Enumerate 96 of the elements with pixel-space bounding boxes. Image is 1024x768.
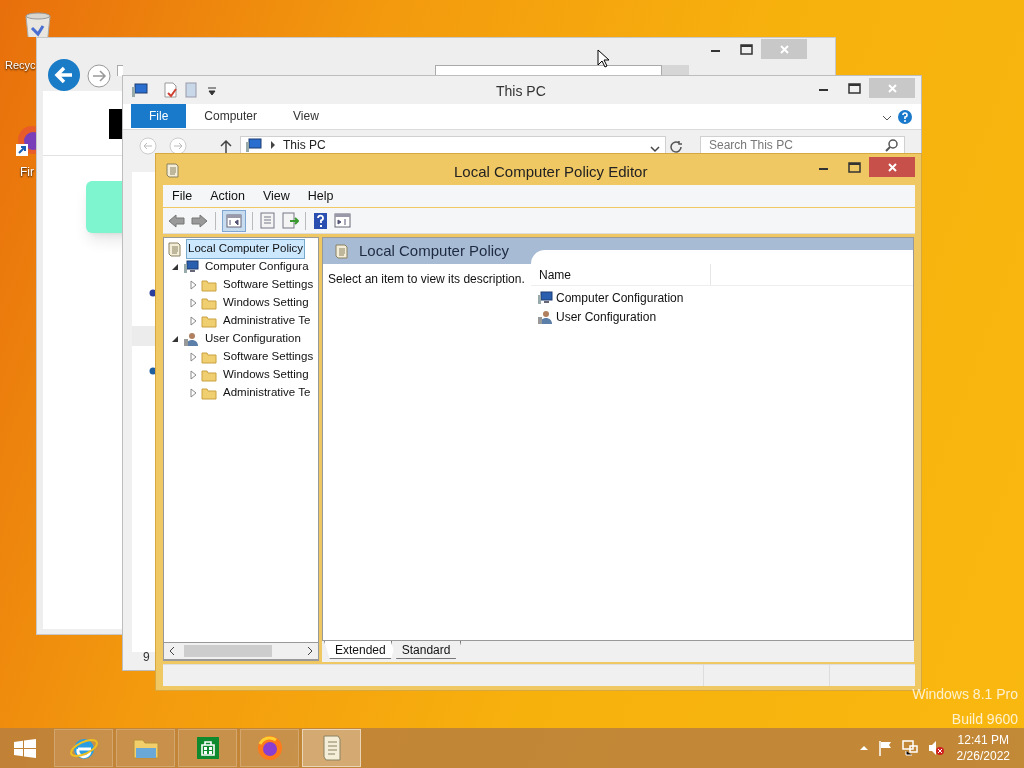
tree-item[interactable]: Windows Setting [221,365,311,385]
address-text: This PC [283,137,326,154]
help-icon[interactable] [897,109,913,125]
taskbar-button[interactable] [302,729,361,767]
tree-item[interactable]: Administrative Te [221,311,313,331]
menu-item[interactable]: Action [201,186,254,206]
date-text: 2/26/2022 [956,748,1010,764]
toggle-tree-button[interactable] [222,209,246,232]
forward-icon[interactable] [190,211,209,230]
taskbar-button[interactable] [54,729,113,767]
address-bar[interactable]: This PC [240,136,666,154]
back-icon[interactable] [167,211,186,230]
console-tree-icon [226,212,242,229]
action-pane-icon[interactable] [334,211,352,230]
expand-icon[interactable] [188,370,198,380]
expand-icon[interactable] [188,298,198,308]
tree-item[interactable]: Software Settings [221,275,316,295]
view-tab[interactable]: Standard [390,641,462,659]
properties-icon[interactable] [163,82,179,98]
expand-icon[interactable] [188,388,198,398]
users-icon [183,331,199,347]
computer-icon [183,259,199,275]
tree-item[interactable]: Software Settings [221,347,316,367]
tree-item[interactable]: Computer Configura [203,257,311,277]
time-text: 12:41 PM [957,732,1009,748]
tree-item[interactable]: Local Computer Policy [186,239,306,259]
forward-icon[interactable] [169,137,187,155]
list-item[interactable]: Computer Configuration [556,288,684,307]
taskbar-button[interactable] [116,729,175,767]
firefox-icon [255,734,284,762]
up-icon[interactable] [218,139,234,155]
expand-icon[interactable] [188,280,198,290]
close-icon [777,42,791,56]
close-icon [885,160,899,174]
description-text: Select an item to view its description. [328,271,526,288]
taskbar-button[interactable] [240,729,299,767]
search-icon[interactable] [885,138,899,152]
dropdown-icon[interactable] [207,86,217,96]
show-hidden-icons-icon[interactable] [858,743,869,753]
tree-item[interactable]: Administrative Te [221,383,313,403]
maximize-icon[interactable] [847,80,862,96]
tree-item[interactable]: Windows Setting [221,293,311,313]
menu-item[interactable]: Help [298,186,343,206]
status-text: 9 [143,649,150,666]
ribbon-tab[interactable]: File [131,104,187,128]
speaker-muted-icon[interactable] [926,739,945,757]
close-button[interactable] [869,157,915,177]
scroll-right-icon[interactable] [306,646,314,656]
mouse-pointer-icon [597,49,611,69]
ribbon-tab[interactable]: Computer [186,104,276,128]
search-field[interactable]: Search This PC [700,136,905,154]
start-icon[interactable] [13,737,37,759]
close-icon [885,81,899,95]
pane-title: Local Computer Policy [359,240,510,261]
chevron-icon [269,140,277,150]
folder-icon [201,367,217,383]
scroll-icon [164,162,180,178]
column-header[interactable]: Name [531,264,711,285]
back-button[interactable] [47,58,81,92]
back-icon[interactable] [139,137,157,155]
watermark-text: Windows 8.1 Pro [912,685,1018,704]
watermark-text: Build 9600 [951,710,1018,729]
forward-button[interactable] [87,64,111,88]
collapse-icon[interactable] [170,334,180,344]
menu-item[interactable]: File [163,186,202,206]
maximize-icon[interactable] [847,159,862,175]
window-title: Local Computer Policy Editor [454,162,648,182]
computer-icon [537,289,553,306]
window-title: This PC [496,82,546,101]
taskbar-button[interactable] [178,729,237,767]
folder-icon [201,349,217,365]
tree-item[interactable]: User Configuration [203,329,303,349]
export-list-icon[interactable] [281,211,299,230]
expand-icon[interactable] [188,352,198,362]
flag-icon[interactable] [876,739,893,757]
ribbon-tab[interactable]: View [275,104,337,128]
help-icon[interactable] [312,211,330,230]
computer-icon [131,82,149,98]
scroll-icon [333,243,349,259]
folder-icon [201,277,217,293]
scroll-thumb[interactable] [184,645,272,657]
computer-icon [245,137,263,153]
folder-icon [201,385,217,401]
menu-item[interactable]: View [253,186,299,206]
list-item[interactable]: User Configuration [556,307,657,326]
network-icon[interactable] [900,739,919,757]
folder-icon [201,295,217,311]
folder-icon [201,313,217,329]
horizontal-scrollbar[interactable] [163,642,319,660]
expand-icon[interactable] [188,316,198,326]
scroll-icon [166,241,182,257]
collapse-icon[interactable] [170,262,180,272]
maximize-icon[interactable] [739,41,754,57]
scroll-left-icon[interactable] [168,646,176,656]
refresh-icon[interactable] [669,140,683,154]
users-icon [537,308,553,325]
